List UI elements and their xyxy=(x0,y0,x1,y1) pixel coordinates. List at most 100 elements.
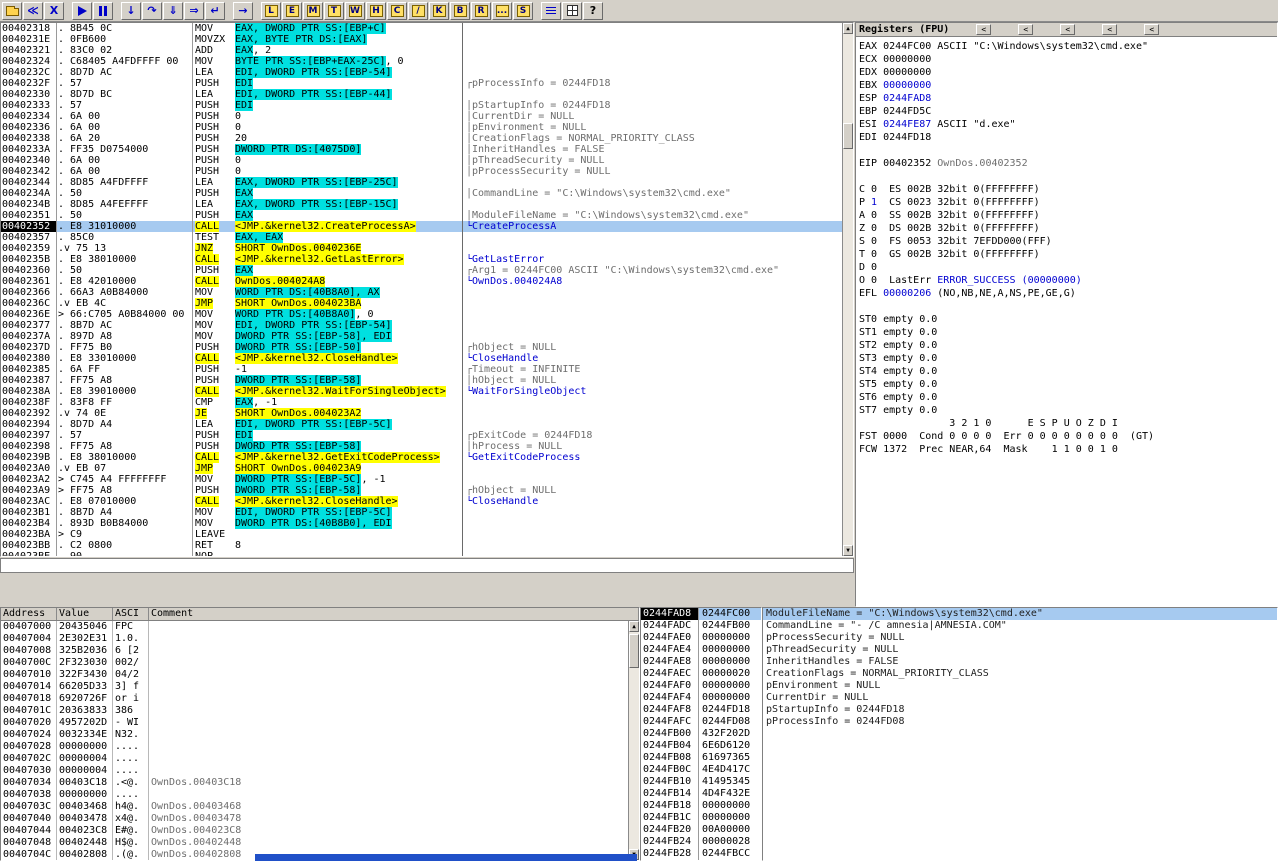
appearance-button[interactable] xyxy=(562,2,582,20)
stack-annotation[interactable]: ModuleFileName = "C:\Windows\system32\cm… xyxy=(763,608,1277,620)
register-line[interactable]: EFL 00000206 (NO,NB,NE,A,NS,PE,GE,G) xyxy=(859,287,1277,300)
disasm-row[interactable]: 004023BE. 90NOP xyxy=(1,551,842,556)
stack-row[interactable]: 0244FB1800000000 xyxy=(641,800,761,812)
references-button[interactable]: R xyxy=(471,2,491,20)
disasm-row[interactable]: 00402357. 85C0TESTEAX, EAX xyxy=(1,232,842,243)
stack-annotation[interactable] xyxy=(763,824,1277,836)
disasm-row[interactable]: 0040238F. 83F8 FFCMPEAX, -1 xyxy=(1,397,842,408)
disasm-row[interactable]: 004023B4. 893D B0B84000MOVDWORD PTR DS:[… xyxy=(1,518,842,529)
disasm-row[interactable]: 004023A2> C745 A4 FFFFFFFFMOVDWORD PTR S… xyxy=(1,474,842,485)
register-line[interactable]: EDI 0244FD18 xyxy=(859,131,1277,144)
dump-row[interactable]: 0040702C00000004.... xyxy=(1,753,628,765)
stack-annotation[interactable]: pStartupInfo = 0244FD18 xyxy=(763,704,1277,716)
close-button[interactable]: X xyxy=(44,2,64,20)
disasm-row[interactable]: 00402387. FF75 A8PUSHDWORD PTR SS:[EBP-5… xyxy=(1,375,842,386)
dump-column-header[interactable]: Comment xyxy=(149,608,639,620)
stack-annotation[interactable]: CommandLine = "- /C amnesia|AMNESIA.COM" xyxy=(763,620,1277,632)
stack-row[interactable]: 0244FAE000000000 xyxy=(641,632,761,644)
patches-button[interactable]: / xyxy=(408,2,428,20)
disasm-row[interactable]: 00402360. 50PUSHEAX┌Arg1 = 0244FC00 ASCI… xyxy=(1,265,842,276)
disasm-row[interactable]: 0040236C.v EB 4CJMPSHORT OwnDos.004023BA xyxy=(1,298,842,309)
stack-row[interactable]: 0244FB1C00000000 xyxy=(641,812,761,824)
register-line[interactable]: D 0 xyxy=(859,261,1277,274)
stack-annotation[interactable] xyxy=(763,788,1277,800)
pane-collapse-button[interactable]: < xyxy=(1060,24,1075,35)
register-line[interactable]: ST0 empty 0.0 xyxy=(859,313,1277,326)
dump-row[interactable]: 0040700C2F323030002/ xyxy=(1,657,628,669)
dump-row[interactable]: 004070240032334EN32. xyxy=(1,729,628,741)
stack-row[interactable]: 0244FB0861697365 xyxy=(641,752,761,764)
disasm-row[interactable]: 00402336. 6A 00PUSH0│pEnvironment = NULL xyxy=(1,122,842,133)
scroll-down-icon[interactable]: ▼ xyxy=(843,545,853,556)
register-line[interactable]: ST1 empty 0.0 xyxy=(859,326,1277,339)
stack-annotation[interactable] xyxy=(763,812,1277,824)
disasm-row[interactable]: 0040234A. 50PUSHEAX│CommandLine = "C:\Wi… xyxy=(1,188,842,199)
pane-collapse-button[interactable]: < xyxy=(1018,24,1033,35)
dump-row[interactable]: 0040701C20363833386 xyxy=(1,705,628,717)
stack-annotation[interactable]: pEnvironment = NULL xyxy=(763,680,1277,692)
register-line[interactable]: T 0 GS 002B 32bit 0(FFFFFFFF) xyxy=(859,248,1277,261)
stack-row[interactable]: 0244FAF80244FD18 xyxy=(641,704,761,716)
register-line[interactable]: A 0 SS 002B 32bit 0(FFFFFFFF) xyxy=(859,209,1277,222)
register-line[interactable]: ESI 0244FE87 ASCII "d.exe" xyxy=(859,118,1277,131)
disasm-row[interactable]: 00402338. 6A 20PUSH20│CreationFlags = NO… xyxy=(1,133,842,144)
stack-row[interactable]: 0244FB0C4E4D417C xyxy=(641,764,761,776)
stack-row[interactable]: 0244FAE800000000 xyxy=(641,656,761,668)
scroll-thumb[interactable] xyxy=(843,123,853,149)
dump-row[interactable]: 0040700020435046FPC xyxy=(1,621,628,633)
dump-row[interactable]: 0040704000403478x4@.OwnDos.00403478 xyxy=(1,813,628,825)
register-line[interactable]: EDX 00000000 xyxy=(859,66,1277,79)
stack-row[interactable]: 0244FAEC00000020 xyxy=(641,668,761,680)
stack-annotation[interactable] xyxy=(763,728,1277,740)
help-button[interactable]: ? xyxy=(583,2,603,20)
execute-till-user-button[interactable]: → xyxy=(233,2,253,20)
animate-into-button[interactable]: ⇓ xyxy=(163,2,183,20)
register-line[interactable]: ST2 empty 0.0 xyxy=(859,339,1277,352)
pane-collapse-button[interactable]: < xyxy=(976,24,991,35)
dump-row[interactable]: 004070186920726For i xyxy=(1,693,628,705)
stack-row[interactable]: 0244FB2000A00000 xyxy=(641,824,761,836)
disasm-row[interactable]: 00402392.v 74 0EJESHORT OwnDos.004023A2 xyxy=(1,408,842,419)
scroll-up-icon[interactable]: ▲ xyxy=(629,621,639,632)
stack-row[interactable]: 0244FAFC0244FD08 xyxy=(641,716,761,728)
dump-row[interactable]: 0040703C00403468h4@.OwnDos.00403468 xyxy=(1,801,628,813)
register-line[interactable]: FST 0000 Cond 0 0 0 0 Err 0 0 0 0 0 0 0 … xyxy=(859,430,1277,443)
scroll-thumb[interactable] xyxy=(629,634,639,668)
stack-annotation[interactable]: pProcessInfo = 0244FD08 xyxy=(763,716,1277,728)
dump-row[interactable]: 0040701466205D333] f xyxy=(1,681,628,693)
cpu-button[interactable]: C xyxy=(387,2,407,20)
step-over-button[interactable]: ↷ xyxy=(142,2,162,20)
disasm-row[interactable]: 0040235B. E8 38010000CALL<JMP.&kernel32.… xyxy=(1,254,842,265)
disasm-row[interactable]: 00402334. 6A 00PUSH0│CurrentDir = NULL xyxy=(1,111,842,122)
disasm-row[interactable]: 00402380. E8 33010000CALL<JMP.&kernel32.… xyxy=(1,353,842,364)
register-line[interactable]: ST4 empty 0.0 xyxy=(859,365,1277,378)
stack-row[interactable]: 0244FADC0244FB00 xyxy=(641,620,761,632)
disasm-row[interactable]: 00402318. 8B45 0CMOVEAX, DWORD PTR SS:[E… xyxy=(1,23,842,34)
stack-annotation[interactable] xyxy=(763,836,1277,848)
handles-button[interactable]: H xyxy=(366,2,386,20)
disasm-row[interactable]: 004023BB. C2 0800RET8 xyxy=(1,540,842,551)
disasm-row[interactable]: 00402359.v 75 13JNZSHORT OwnDos.0040236E xyxy=(1,243,842,254)
dump-column-header[interactable]: Value xyxy=(57,608,113,620)
register-line[interactable]: ECX 00000000 xyxy=(859,53,1277,66)
breakpoints-button[interactable]: B xyxy=(450,2,470,20)
disasm-row[interactable]: 00402385. 6A FFPUSH-1┌Timeout = INFINITE xyxy=(1,364,842,375)
disasm-scrollbar[interactable]: ▲ ▼ xyxy=(842,23,853,556)
stack-annotation[interactable]: pThreadSecurity = NULL xyxy=(763,644,1277,656)
stack-annotation[interactable]: CurrentDir = NULL xyxy=(763,692,1277,704)
disasm-row[interactable]: 0040231E. 0FB600MOVZXEAX, BYTE PTR DS:[E… xyxy=(1,34,842,45)
stack-row[interactable]: 0244FB144D4F432E xyxy=(641,788,761,800)
disasm-row[interactable]: 004023B1. 8B7D A4MOVEDI, DWORD PTR SS:[E… xyxy=(1,507,842,518)
pause-button[interactable] xyxy=(93,2,113,20)
stack-annotation[interactable] xyxy=(763,776,1277,788)
stack-row[interactable]: 0244FB2400000028 xyxy=(641,836,761,848)
step-into-button[interactable]: ↓ xyxy=(121,2,141,20)
dump-row[interactable]: 0040704800402448H$@.OwnDos.00402448 xyxy=(1,837,628,849)
register-line[interactable]: O 0 LastErr ERROR_SUCCESS (00000000) xyxy=(859,274,1277,287)
windows-button[interactable]: W xyxy=(345,2,365,20)
register-line[interactable]: EIP 00402352 OwnDos.00402352 xyxy=(859,157,1277,170)
disasm-row[interactable]: 004023BA> C9LEAVE xyxy=(1,529,842,540)
execute-till-return-button[interactable]: ↵ xyxy=(205,2,225,20)
animate-over-button[interactable]: ⇒ xyxy=(184,2,204,20)
dump-row[interactable]: 00407044004023C8È#@.OwnDos.004023C8 xyxy=(1,825,628,837)
